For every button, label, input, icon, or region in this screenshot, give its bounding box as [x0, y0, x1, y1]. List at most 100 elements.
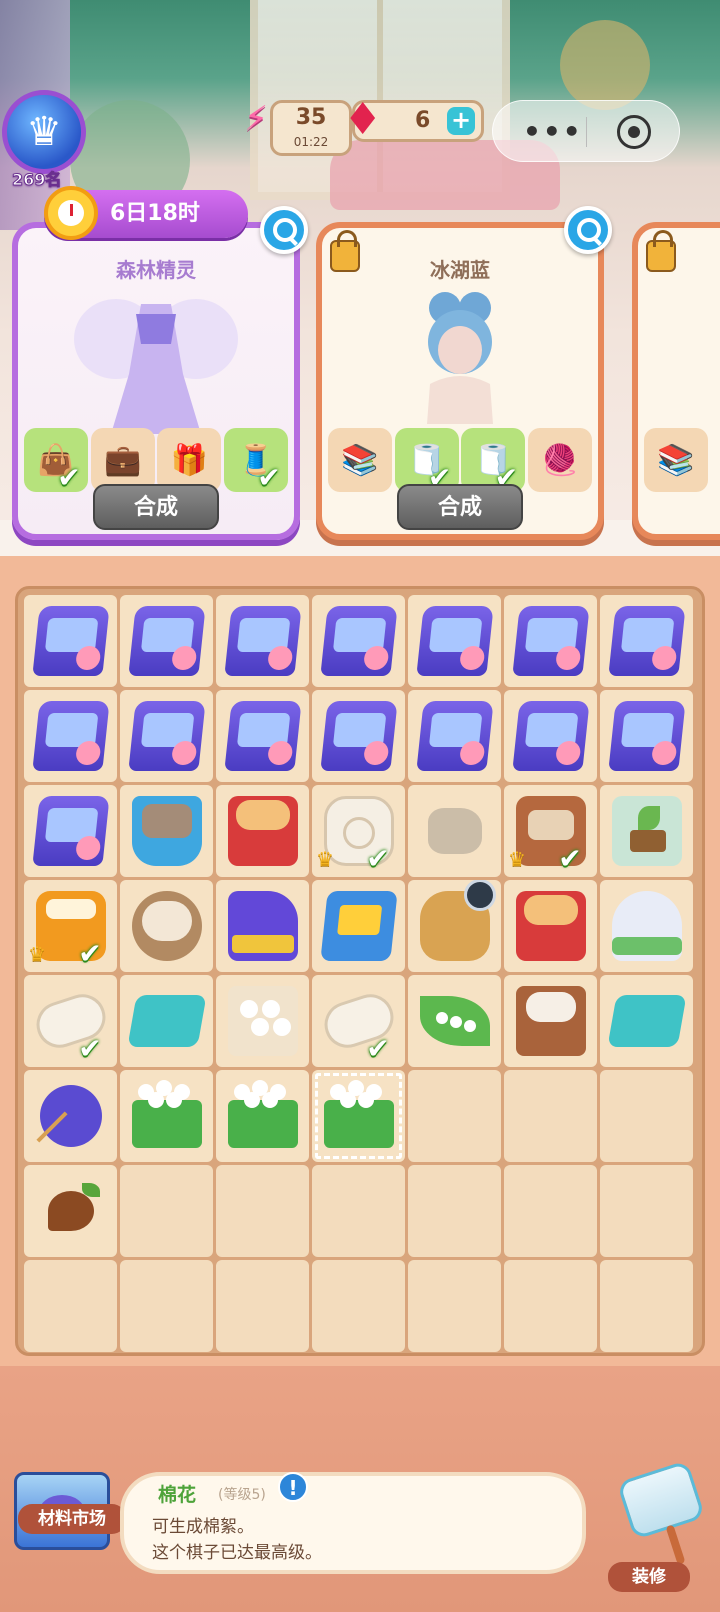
teal-icon[interactable]	[606, 995, 687, 1047]
board-cell-goldbox[interactable]	[312, 880, 405, 972]
board-cell-yarn[interactable]	[24, 1070, 117, 1162]
energy-counter[interactable]: 35 01:22	[270, 100, 352, 156]
magnifier-icon[interactable]	[564, 206, 612, 254]
sewingbox-icon[interactable]	[511, 606, 590, 676]
decorate-button[interactable]: 装修	[608, 1460, 706, 1592]
sewingbox-icon[interactable]	[31, 606, 110, 676]
board-cell-planter[interactable]	[120, 1070, 213, 1162]
board-cell-machine[interactable]	[216, 880, 309, 972]
sewingbox-icon[interactable]	[223, 701, 302, 771]
board-cell-seedbag[interactable]	[408, 880, 501, 972]
board-cell-bag[interactable]: ♛ ✔	[504, 785, 597, 877]
board-cell-silk[interactable]	[600, 880, 693, 972]
board-cell-empty[interactable]	[408, 1165, 501, 1257]
board-cell-empty[interactable]	[120, 1165, 213, 1257]
magnifier-icon[interactable]	[260, 206, 308, 254]
silk-icon[interactable]	[611, 891, 682, 961]
leaf-icon[interactable]	[419, 996, 490, 1046]
board-cell-planter[interactable]	[312, 1070, 405, 1162]
board-cell-sewingbox[interactable]	[24, 785, 117, 877]
cotton-icon[interactable]	[227, 986, 298, 1056]
stonebucket-icon[interactable]	[131, 796, 202, 866]
cottonbox-icon[interactable]	[515, 986, 586, 1056]
decorate-label[interactable]: 装修	[608, 1562, 690, 1592]
board-cell-empty[interactable]	[216, 1260, 309, 1352]
board-cell-empty[interactable]	[312, 1260, 405, 1352]
planter-icon[interactable]	[131, 1084, 202, 1148]
sewingbox-icon[interactable]	[607, 701, 686, 771]
board-cell-teal[interactable]	[120, 975, 213, 1067]
board-cell-sewingbox[interactable]	[24, 690, 117, 782]
board-cell-empty[interactable]	[24, 1260, 117, 1352]
board-cell-sewingbox[interactable]	[24, 595, 117, 687]
material-market-button[interactable]	[14, 1472, 110, 1572]
board-cell-planter[interactable]	[216, 1070, 309, 1162]
sewingbox-icon[interactable]	[127, 701, 206, 771]
board-cell-sewingbox[interactable]	[120, 690, 213, 782]
sewingbox-icon[interactable]	[319, 606, 398, 676]
board-cell-empty[interactable]	[504, 1260, 597, 1352]
add-gems-button[interactable]: +	[447, 107, 475, 135]
board-cell-sewingbox[interactable]	[312, 595, 405, 687]
sewingbox-icon[interactable]	[31, 701, 110, 771]
board-cell-sewingbox[interactable]	[408, 595, 501, 687]
sewingbox-icon[interactable]	[415, 701, 494, 771]
sewingbox-icon[interactable]	[607, 606, 686, 676]
board-cell-stonebucket[interactable]	[120, 785, 213, 877]
woodrolls-icon[interactable]	[131, 891, 202, 961]
rock-icon[interactable]	[427, 808, 482, 854]
board-cell-sewingbox[interactable]	[120, 595, 213, 687]
board-cell-cotton[interactable]	[216, 975, 309, 1067]
order-card-forest-spirit[interactable]: 森林精灵 👜 ✔ 💼 🎁 🧵 ✔ 合成	[12, 206, 308, 540]
info-icon[interactable]: !	[278, 1472, 308, 1502]
sewingbox-icon[interactable]	[127, 606, 206, 676]
board-cell-coffee[interactable]: ♛ ✔	[24, 880, 117, 972]
board-cell-roll[interactable]: ✔	[312, 975, 405, 1067]
gem-counter[interactable]: ♦ 6 +	[343, 95, 484, 145]
board-cell-sewingbox[interactable]	[312, 690, 405, 782]
rollbox-icon[interactable]	[227, 796, 298, 866]
planter-icon[interactable]	[323, 1084, 394, 1148]
board-cell-towel[interactable]: ♛ ✔	[312, 785, 405, 877]
board-cell-empty[interactable]	[504, 1165, 597, 1257]
sewingbox-icon[interactable]	[223, 606, 302, 676]
board-cell-empty[interactable]	[312, 1165, 405, 1257]
board-cell-empty[interactable]	[600, 1070, 693, 1162]
board-cell-seed[interactable]	[24, 1165, 117, 1257]
board-cell-sewingbox[interactable]	[216, 690, 309, 782]
board-cell-sprout[interactable]	[600, 785, 693, 877]
seed-icon[interactable]	[47, 1183, 100, 1231]
board-cell-rock[interactable]	[408, 785, 501, 877]
sewingbox-icon[interactable]	[415, 606, 494, 676]
planter-icon[interactable]	[227, 1084, 298, 1148]
sewingbox-icon[interactable]	[31, 796, 110, 866]
board-cell-empty[interactable]	[408, 1070, 501, 1162]
board-cell-rollbox[interactable]	[504, 880, 597, 972]
board-cell-empty[interactable]	[600, 1165, 693, 1257]
close-miniprogram-button[interactable]	[617, 115, 651, 149]
board-cell-empty[interactable]	[216, 1165, 309, 1257]
board-cell-leaf[interactable]	[408, 975, 501, 1067]
synthesize-button[interactable]: 合成	[93, 484, 219, 530]
rank-badge[interactable]: ♛ 269名	[2, 90, 86, 190]
board-cell-cottonbox[interactable]	[504, 975, 597, 1067]
board-cell-sewingbox[interactable]	[216, 595, 309, 687]
board-cell-woodrolls[interactable]	[120, 880, 213, 972]
sewingbox-icon[interactable]	[319, 701, 398, 771]
board-cell-empty[interactable]	[600, 1260, 693, 1352]
synthesize-button[interactable]: 合成	[397, 484, 523, 530]
sewingbox-icon[interactable]	[511, 701, 590, 771]
board-cell-sewingbox[interactable]	[504, 595, 597, 687]
board-cell-empty[interactable]	[504, 1070, 597, 1162]
board-cell-sewingbox[interactable]	[408, 690, 501, 782]
rollbox-icon[interactable]	[515, 891, 586, 961]
board-cell-sewingbox[interactable]	[600, 690, 693, 782]
board-cell-sewingbox[interactable]	[504, 690, 597, 782]
goldbox-icon[interactable]	[319, 891, 398, 961]
order-card-next[interactable]: 📚	[632, 222, 720, 540]
sprout-icon[interactable]	[611, 796, 682, 866]
board-cell-roll[interactable]: ✔	[24, 975, 117, 1067]
board-cell-teal[interactable]	[600, 975, 693, 1067]
seedbag-icon[interactable]	[419, 880, 496, 961]
machine-icon[interactable]	[227, 891, 298, 961]
